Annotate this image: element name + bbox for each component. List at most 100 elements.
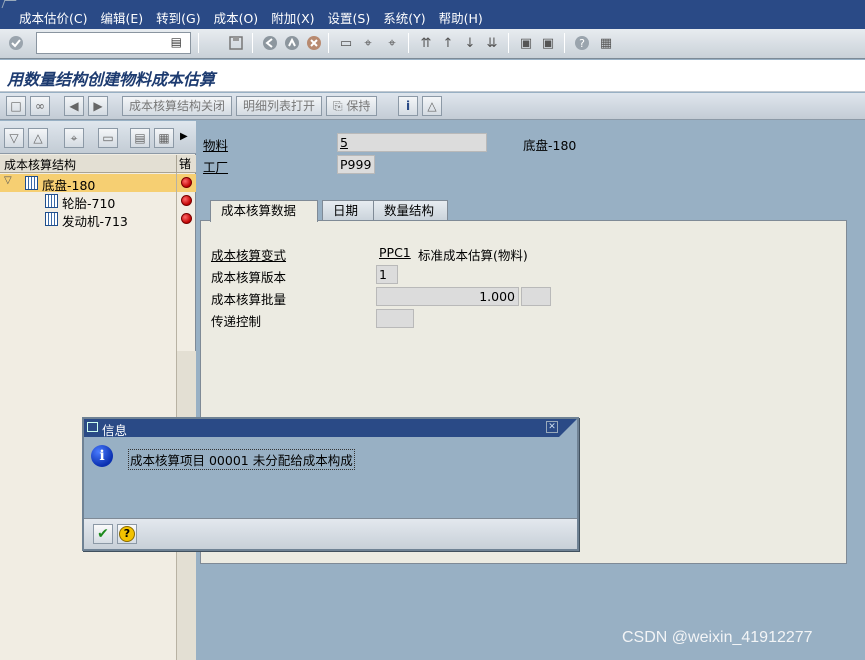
toolbar-separator <box>328 33 329 53</box>
tree-row-root[interactable]: ▽ 底盘-180 <box>0 174 196 193</box>
help-icon[interactable]: ? <box>572 33 592 53</box>
page-title: 用数量结构创建物料成本估算 <box>7 70 216 89</box>
toolbar-separator <box>408 33 409 53</box>
command-field[interactable]: ▤ <box>36 32 191 54</box>
costing-variant-description: 标准成本估算(物料) <box>418 248 528 263</box>
menu-settings[interactable]: 设置(S) <box>328 11 371 27</box>
menu-items: 成本估价(C) 编辑(E) 转到(G) 成本(O) 附加(X) 设置(S) 系统… <box>19 11 496 27</box>
open-itemization-button[interactable]: 明细列表打开 <box>236 96 323 116</box>
toolbar-separator <box>198 33 199 53</box>
display-change-icon[interactable]: ∞ <box>30 96 50 116</box>
watermark: CSDN @weixin_41912277 <box>622 629 813 646</box>
tree-row-label: 发动机-713 <box>62 214 128 229</box>
dialog-close-icon[interactable]: ✕ <box>546 421 558 433</box>
dialog-title-bar: 信息 ✕ <box>84 419 577 438</box>
costing-lot-unit-field <box>521 287 551 306</box>
confirm-button[interactable]: ✔ <box>93 524 113 544</box>
tree-toolbar: ▽ △ ⌖ ▭ ▤ ▦ ▶ <box>0 121 196 154</box>
plant-label: 工厂 <box>203 160 229 175</box>
plant-value: P999 <box>340 157 372 172</box>
tab-costing-data[interactable]: 成本核算数据 <box>210 200 318 222</box>
menu-costing[interactable]: 成本估价(C) <box>19 11 87 27</box>
last-page-icon[interactable]: ⇊ <box>482 33 502 53</box>
information-dialog: 信息 ✕ i 成本核算项目 00001 未分配给成本构成 ✔ ? <box>82 417 579 551</box>
checkmark-icon: ✔ <box>97 526 109 542</box>
tab-dates[interactable]: 日期 <box>322 200 379 221</box>
transfer-control-label: 传递控制 <box>211 314 262 329</box>
back-icon[interactable] <box>260 33 280 53</box>
save-costing-button[interactable]: ⎘ 保持 <box>326 96 378 116</box>
info-glyph: i <box>405 99 411 113</box>
menu-edit[interactable]: 编辑(E) <box>100 11 143 27</box>
previous-page-icon[interactable]: ↑ <box>438 33 458 53</box>
tab-quantity-structure[interactable]: 数量结构 <box>373 200 448 221</box>
find-icon[interactable]: ⌖ <box>358 33 378 53</box>
dialog-help-button[interactable]: ? <box>117 524 137 544</box>
application-toolbar: □ ∞ ◀ ▶ 成本核算结构关闭 明细列表打开 ⎘ 保持 i △ <box>0 93 865 120</box>
dialog-button-bar: ✔ ? <box>84 518 577 549</box>
red-status-icon <box>181 177 192 188</box>
collapse-icon[interactable]: △ <box>28 128 48 148</box>
tree-layout-icon[interactable]: ▦ <box>154 128 174 148</box>
tree-row-child[interactable]: 轮胎-710 <box>0 192 196 211</box>
red-status-icon <box>181 195 192 206</box>
first-page-icon[interactable]: ⇈ <box>416 33 436 53</box>
toolbar-separator <box>564 33 565 53</box>
red-status-icon <box>181 213 192 224</box>
costing-lot-value: 1.000 <box>479 289 515 304</box>
toolbar-separator <box>252 33 253 53</box>
tree-row-child[interactable]: 发动机-713 <box>0 210 196 229</box>
previous-icon[interactable]: ◀ <box>64 96 84 116</box>
tree-header: 成本核算结构 锗 <box>0 155 196 173</box>
new-session-icon[interactable]: ▣ <box>516 33 536 53</box>
save-costing-label: 保持 <box>346 99 371 113</box>
shortcut-icon[interactable]: ▣ <box>538 33 558 53</box>
next-icon[interactable]: ▶ <box>88 96 108 116</box>
menu-cost[interactable]: 成本(O) <box>214 11 259 27</box>
next-page-icon[interactable]: ↓ <box>460 33 480 53</box>
menu-extras[interactable]: 附加(X) <box>271 11 314 27</box>
dialog-message: 成本核算项目 00001 未分配给成本构成 <box>128 449 355 470</box>
save-costing-icon: ⎘ <box>333 99 347 113</box>
info-icon[interactable]: i <box>398 96 418 116</box>
material-field: 5 <box>337 133 487 152</box>
calculator-icon <box>45 212 58 226</box>
collapse-node-icon[interactable]: ▽ <box>4 175 12 186</box>
tree-details-icon[interactable]: ▤ <box>130 128 150 148</box>
title-bar: 用数量结构创建物料成本估算 <box>0 60 865 92</box>
tree-find-icon[interactable]: ⌖ <box>64 128 84 148</box>
calculator-icon <box>45 194 58 208</box>
costing-variant-value: PPC1 <box>379 245 411 260</box>
dialog-title: 信息 <box>102 423 128 438</box>
cancel-icon[interactable] <box>304 33 324 53</box>
costing-structure-pane: ▽ △ ⌖ ▭ ▤ ▦ ▶ 成本核算结构 锗 ▽ 底盘-180 轮胎-710 发… <box>0 121 196 660</box>
help-question-icon: ? <box>119 526 135 542</box>
tree-header-status[interactable]: 锗 <box>176 155 192 172</box>
messages-icon[interactable]: △ <box>422 96 442 116</box>
menu-system[interactable]: 系统(Y) <box>383 11 425 27</box>
menu-bar: 成本估价(C) 编辑(E) 转到(G) 成本(O) 附加(X) 设置(S) 系统… <box>0 0 865 29</box>
plant-field: P999 <box>337 155 375 174</box>
costing-variant-field: PPC1 <box>376 243 414 262</box>
sap-window-icon[interactable] <box>1 0 17 8</box>
menu-help[interactable]: 帮助(H) <box>439 11 483 27</box>
exit-icon[interactable] <box>282 33 302 53</box>
close-costing-structure-button[interactable]: 成本核算结构关闭 <box>122 96 233 116</box>
save-icon[interactable] <box>226 33 246 53</box>
menu-goto[interactable]: 转到(G) <box>156 11 200 27</box>
toolbar-separator <box>508 33 509 53</box>
command-history-icon[interactable]: ▤ <box>171 35 182 49</box>
print-icon[interactable]: ▭ <box>336 33 356 53</box>
find-next-icon[interactable]: ⌖ <box>382 33 402 53</box>
enter-check-icon[interactable] <box>6 33 26 53</box>
dialog-title-corner <box>559 419 577 437</box>
tree-print-icon[interactable]: ▭ <box>98 128 118 148</box>
calculator-icon <box>25 176 38 190</box>
tree-header-structure[interactable]: 成本核算结构 <box>4 156 76 173</box>
tree-toolbar-more-icon[interactable]: ▶ <box>180 131 188 142</box>
costing-lot-label: 成本核算批量 <box>211 292 287 307</box>
create-icon[interactable]: □ <box>6 96 26 116</box>
expand-icon[interactable]: ▽ <box>4 128 24 148</box>
layout-menu-icon[interactable]: ▦ <box>596 33 616 53</box>
svg-text:?: ? <box>579 37 585 50</box>
